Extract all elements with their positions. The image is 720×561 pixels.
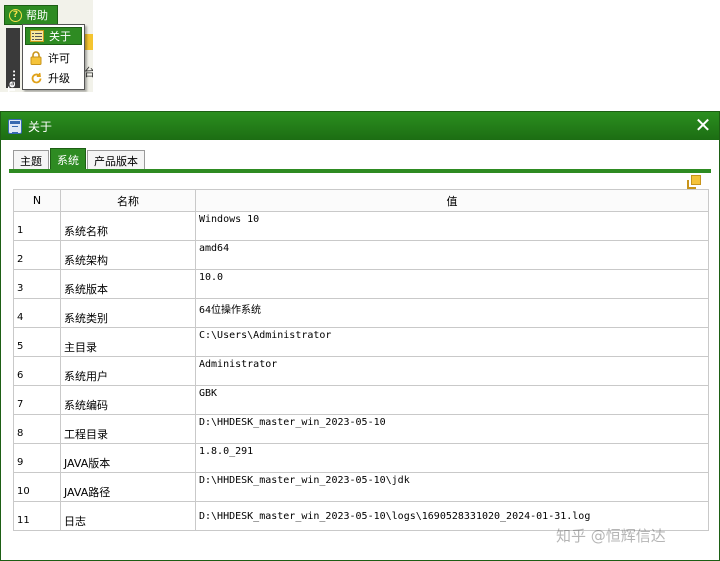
row-name: 系统架构 [60,240,196,270]
row-value: D:\HHDESK_master_win_2023-05-10\jdk [195,472,709,502]
column-header-name[interactable]: 名称 [60,189,196,212]
menu-area: H2 Te... 台 ? 帮助 关于 许可 升级 [0,0,93,92]
help-menu-button[interactable]: ? 帮助 [4,5,58,25]
row-value: 64位操作系统 [195,298,709,328]
row-number: 6 [13,356,61,386]
row-value: 1.8.0_291 [195,443,709,473]
menu-item-license-label: 许可 [48,52,70,65]
tab-theme[interactable]: 主题 [13,150,49,170]
table-row[interactable]: 1 系统名称 Windows 10 [13,211,709,241]
watermark: 知乎 @恒辉信达 [556,527,666,545]
help-dropdown: 关于 许可 升级 [22,24,85,90]
row-number: 11 [13,501,61,531]
row-number: 9 [13,443,61,473]
menu-item-about-label: 关于 [49,30,71,43]
row-value: D:\HHDESK_master_win_2023-05-10\logs\169… [199,510,591,522]
row-name: 日志 [60,501,196,531]
table-row[interactable]: 7 系统编码 GBK [13,385,709,415]
list-icon [30,29,44,43]
export-icon[interactable] [687,175,701,189]
row-value: C:\Users\Administrator [195,327,709,357]
table-header-row: N 名称 值 [13,189,709,212]
row-name: 工程目录 [60,414,196,444]
row-name: 主目录 [60,327,196,357]
table-row[interactable]: 8 工程目录 D:\HHDESK_master_win_2023-05-10 [13,414,709,444]
row-name: JAVA路径 [60,472,196,502]
tab-product-version[interactable]: 产品版本 [87,150,145,170]
row-value: Administrator [195,356,709,386]
row-number: 7 [13,385,61,415]
row-value: 10.0 [195,269,709,299]
column-header-n[interactable]: N [13,189,61,212]
menu-item-about[interactable]: 关于 [25,27,82,45]
dialog-titlebar[interactable]: 关于 ✕ [1,112,719,140]
row-value: amd64 [195,240,709,270]
row-name: 系统版本 [60,269,196,299]
table-row[interactable]: 3 系统版本 10.0 [13,269,709,299]
row-number: 2 [13,240,61,270]
row-number: 3 [13,269,61,299]
menu-item-upgrade[interactable]: 升级 [25,69,82,87]
screen-root: H2 Te... 台 ? 帮助 关于 许可 升级 关于 ✕ 主题 系统 产品版本… [0,0,720,561]
table-row[interactable]: 2 系统架构 amd64 [13,240,709,270]
menu-item-license[interactable]: 许可 [25,49,82,67]
column-header-value[interactable]: 值 [195,189,709,212]
table-row[interactable]: 6 系统用户 Administrator [13,356,709,386]
row-name: JAVA版本 [60,443,196,473]
tab-strip: 主题 系统 产品版本 [13,148,146,170]
dialog-title: 关于 [28,119,53,134]
window-icon [8,118,22,134]
menu-item-upgrade-label: 升级 [48,72,70,85]
system-info-table: N 名称 值 1 系统名称 Windows 10 2 系统架构 amd64 3 [13,189,709,531]
background-yellow-panel [84,34,93,50]
row-number: 1 [13,211,61,241]
side-tab[interactable]: H2 Te... [6,28,20,92]
row-value: GBK [195,385,709,415]
row-name: 系统类别 [60,298,196,328]
export-arrow [687,180,696,189]
row-number: 10 [13,472,61,502]
table-row[interactable]: 10 JAVA路径 D:\HHDESK_master_win_2023-05-1… [13,472,709,502]
row-value: Windows 10 [195,211,709,241]
help-menu-label: 帮助 [26,9,48,22]
lock-icon [29,51,43,65]
about-dialog: 关于 ✕ 主题 系统 产品版本 N 名称 值 1 系统名称 Windows 10… [0,111,720,561]
close-button[interactable]: ✕ [693,115,713,136]
row-number: 4 [13,298,61,328]
help-icon: ? [9,8,22,22]
table-row[interactable]: 9 JAVA版本 1.8.0_291 [13,443,709,473]
table-row[interactable]: 4 系统类别 64位操作系统 [13,298,709,328]
tab-underline [9,169,711,173]
background-partial-text: 台 [84,66,93,79]
refresh-icon [29,71,43,85]
tab-system[interactable]: 系统 [50,148,86,170]
row-number: 5 [13,327,61,357]
side-tab-label: H2 Te... [7,69,18,92]
row-value: D:\HHDESK_master_win_2023-05-10 [195,414,709,444]
row-name: 系统编码 [60,385,196,415]
row-name: 系统用户 [60,356,196,386]
row-number: 8 [13,414,61,444]
row-name: 系统名称 [60,211,196,241]
table-row[interactable]: 5 主目录 C:\Users\Administrator [13,327,709,357]
